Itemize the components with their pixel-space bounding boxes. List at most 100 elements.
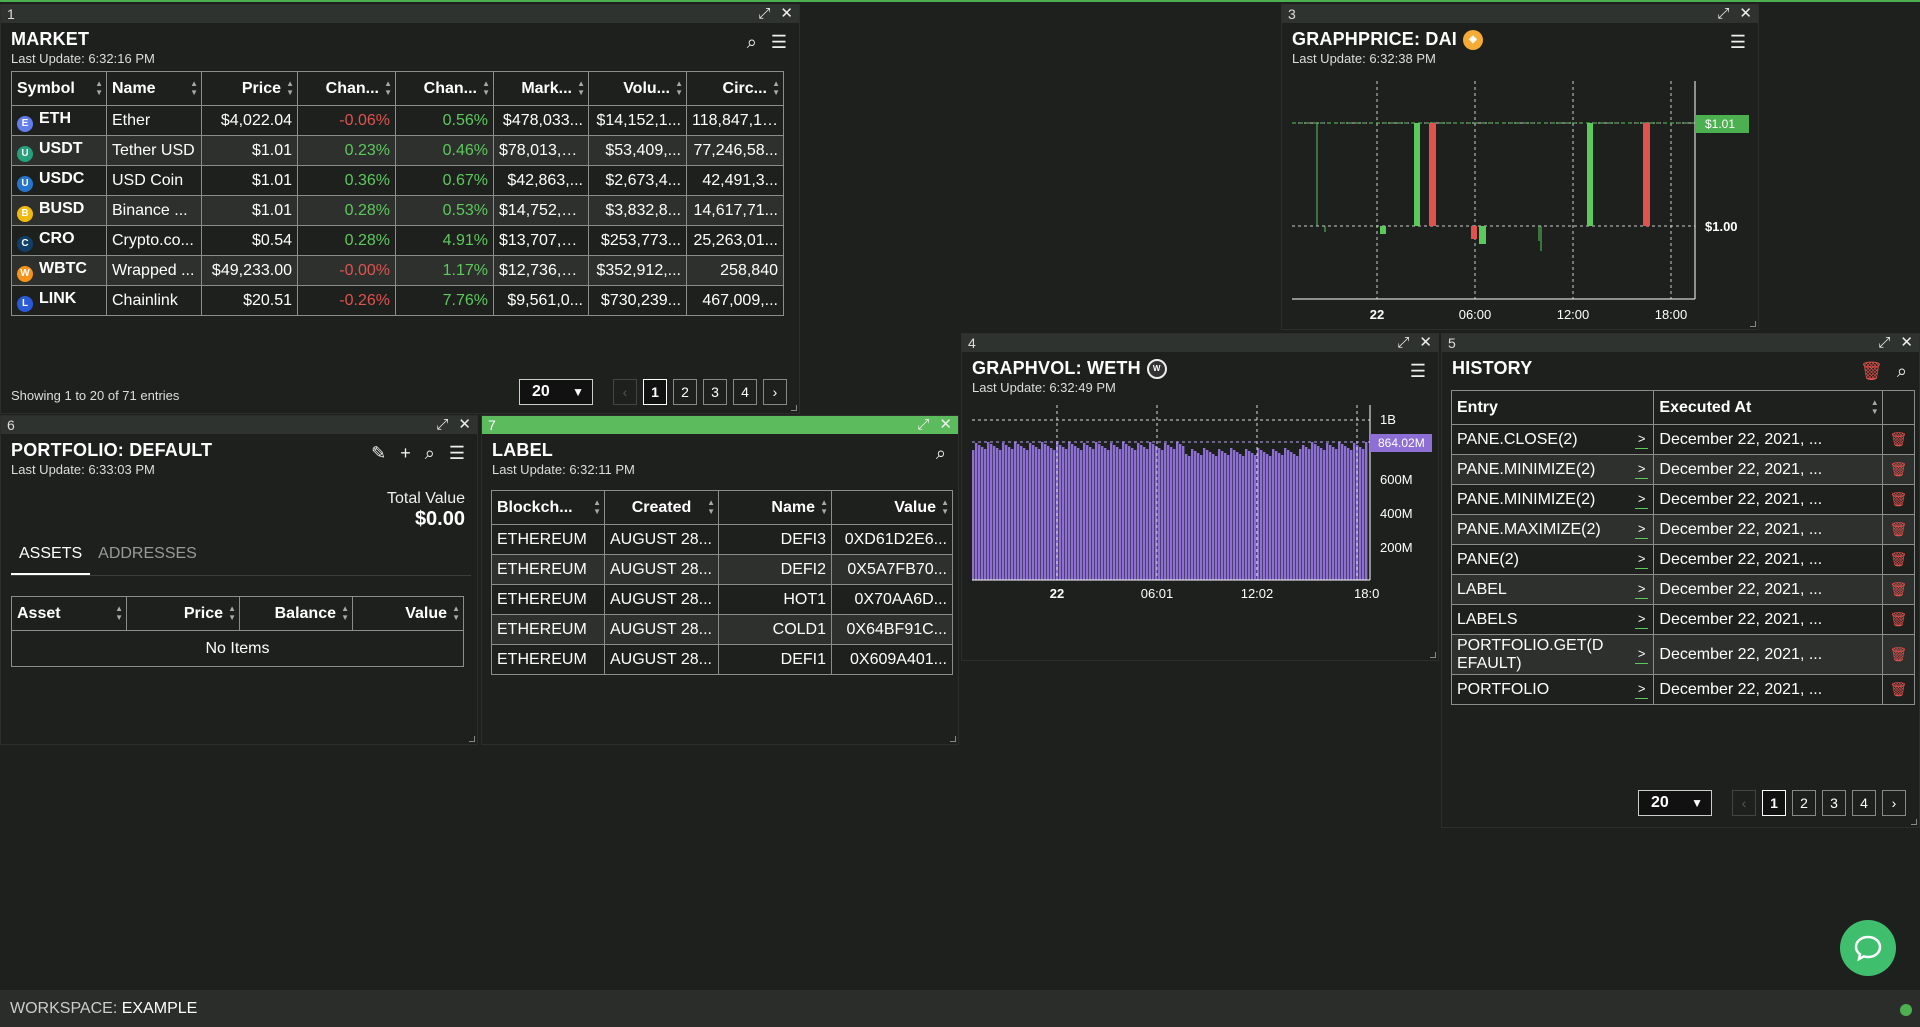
menu-icon[interactable]: ☰ (771, 33, 787, 51)
close-icon[interactable]: ✕ (1419, 335, 1432, 350)
next-page-button[interactable]: › (1882, 790, 1906, 816)
column-header[interactable]: Symbol ▲ ▼ (11, 71, 107, 106)
pane-bar[interactable]: 3 ⤢ ✕ (1282, 5, 1758, 23)
resize-handle[interactable] (1911, 819, 1917, 825)
expand-arrow-icon[interactable]: > (1634, 550, 1649, 569)
table-row[interactable]: PANE.CLOSE(2) > December 22, 2021, ... 🗑 (1451, 424, 1916, 455)
chat-button[interactable] (1840, 920, 1896, 976)
menu-icon[interactable]: ☰ (1730, 33, 1746, 51)
sort-icon[interactable]: ▲ ▼ (675, 79, 683, 97)
page-button[interactable]: 2 (673, 379, 697, 405)
expand-arrow-icon[interactable]: > (1634, 520, 1649, 539)
trash-icon[interactable]: 🗑 (1881, 604, 1916, 635)
table-row[interactable]: W WBTC Wrapped ... $49,233.00 -0.00% 1.17% $12… (11, 255, 784, 286)
expand-arrow-icon[interactable]: > (1634, 580, 1649, 599)
expand-arrow-icon[interactable]: > (1634, 610, 1649, 629)
column-header[interactable]: Volu... ▲ ▼ (588, 71, 687, 106)
maximize-icon[interactable]: ⤢ (436, 417, 448, 432)
page-button[interactable]: 1 (643, 379, 667, 405)
table-row[interactable]: ETHEREUM AUGUST 28... DEFI2 0X5A7FB70... (491, 554, 953, 585)
sort-icon[interactable]: ▲ ▼ (482, 79, 490, 97)
column-header[interactable]: Name ▲ ▼ (718, 490, 832, 525)
pane-bar[interactable]: 1 ⤢ ✕ (1, 5, 799, 23)
trash-icon[interactable]: 🗑 (1881, 544, 1916, 575)
table-row[interactable]: ETHEREUM AUGUST 28... DEFI1 0X609A401... (491, 644, 953, 675)
next-page-button[interactable]: › (763, 379, 787, 405)
resize-handle[interactable] (1750, 321, 1756, 327)
column-header[interactable]: Circ... ▲ ▼ (686, 71, 784, 106)
column-header[interactable]: Mark... ▲ ▼ (493, 71, 589, 106)
page-button[interactable]: 1 (1762, 790, 1786, 816)
edit-icon[interactable]: ✎ (371, 444, 386, 462)
table-row[interactable]: PANE(2) > December 22, 2021, ... 🗑 (1451, 544, 1916, 575)
volume-chart[interactable]: 1B 864.02M 600M 400M 200M 22 06:01 12:02… (962, 400, 1438, 662)
sort-icon[interactable]: ▲ ▼ (95, 79, 103, 97)
prev-page-button[interactable]: ‹ (613, 379, 637, 405)
sort-icon[interactable]: ▲ ▼ (577, 79, 585, 97)
table-row[interactable]: PANE.MAXIMIZE(2) > December 22, 2021, ... 🗑 (1451, 514, 1916, 545)
trash-icon[interactable]: 🗑 (1881, 514, 1916, 545)
table-row[interactable]: U USDC USD Coin $1.01 0.36% 0.67% $42,863,... $… (11, 165, 784, 196)
trash-icon[interactable]: 🗑 (1881, 674, 1916, 705)
column-header[interactable]: Blockch... ▲ ▼ (491, 490, 605, 525)
column-header[interactable]: Chan... ▲ ▼ (395, 71, 494, 106)
column-header[interactable]: Entry (1451, 390, 1655, 425)
trash-icon[interactable]: 🗑 (1860, 362, 1883, 380)
market-table-container[interactable]: Symbol ▲ ▼ Name ▲ ▼ Price ▲ ▼ Chan... ▲ ▼ Chan... ▲ ▼ M… (11, 71, 787, 353)
column-header[interactable]: Price ▲ ▼ (126, 596, 240, 631)
column-header[interactable]: Value ▲ ▼ (352, 596, 464, 631)
pane-bar[interactable]: 5 ⤢ ✕ (1442, 334, 1919, 352)
maximize-icon[interactable]: ⤢ (917, 417, 929, 432)
table-row[interactable]: PANE.MINIMIZE(2) > December 22, 2021, ... 🗑 (1451, 454, 1916, 485)
expand-arrow-icon[interactable]: > (1634, 645, 1649, 664)
history-table-container[interactable]: Entry Executed At ▲ ▼ PANE.CLOSE(2) > Decemb… (1451, 390, 1917, 768)
trash-icon[interactable]: 🗑 (1881, 634, 1916, 675)
search-icon[interactable]: ⌕ (1897, 362, 1907, 380)
sort-icon[interactable]: ▲ ▼ (384, 79, 392, 97)
maximize-icon[interactable]: ⤢ (758, 6, 770, 21)
search-icon[interactable]: ⌕ (936, 444, 946, 462)
table-row[interactable]: U USDT Tether USD $1.01 0.23% 0.46% $78,013,3.… (11, 135, 784, 166)
search-icon[interactable]: ⌕ (425, 444, 435, 462)
expand-arrow-icon[interactable]: > (1634, 490, 1649, 509)
add-icon[interactable]: + (400, 444, 411, 462)
tab-addresses[interactable]: ADDRESSES (90, 539, 205, 575)
page-button[interactable]: 4 (733, 379, 757, 405)
pane-bar[interactable]: 7 ⤢ ✕ (482, 416, 958, 434)
table-row[interactable]: C CRO Crypto.co... $0.54 0.28% 4.91% $13,707,2… (11, 225, 784, 256)
page-button[interactable]: 3 (703, 379, 727, 405)
tab-assets[interactable]: ASSETS (11, 539, 91, 575)
trash-icon[interactable]: 🗑 (1881, 424, 1916, 455)
price-chart[interactable]: $1.01 $1.00 22 06:00 12:00 18:00 (1282, 71, 1758, 331)
menu-icon[interactable]: ☰ (1410, 362, 1426, 380)
resize-handle[interactable] (791, 405, 797, 411)
sort-icon[interactable]: ▲ ▼ (190, 79, 198, 97)
column-header[interactable]: Balance ▲ ▼ (239, 596, 353, 631)
table-row[interactable]: ETHEREUM AUGUST 28... HOT1 0X70AA6D... (491, 584, 953, 615)
column-header[interactable]: Price ▲ ▼ (201, 71, 298, 106)
pane-bar[interactable]: 6 ⤢ ✕ (1, 416, 477, 434)
column-header[interactable]: Name ▲ ▼ (106, 71, 202, 106)
maximize-icon[interactable]: ⤢ (1878, 335, 1890, 350)
table-row[interactable]: LABEL > December 22, 2021, ... 🗑 (1451, 574, 1916, 605)
table-row[interactable]: ETHEREUM AUGUST 28... COLD1 0X64BF91C... (491, 614, 953, 645)
table-row[interactable]: PORTFOLIO.GET(DEFAULT) > December 22, 2021… (1451, 634, 1916, 675)
page-size-select[interactable]: 20 ▼ (519, 379, 593, 405)
expand-arrow-icon[interactable]: > (1634, 430, 1649, 449)
table-row[interactable]: PANE.MINIMIZE(2) > December 22, 2021, ... 🗑 (1451, 484, 1916, 515)
expand-arrow-icon[interactable]: > (1634, 460, 1649, 479)
table-row[interactable]: LABELS > December 22, 2021, ... 🗑 (1451, 604, 1916, 635)
close-icon[interactable]: ✕ (458, 417, 471, 432)
table-row[interactable]: ETHEREUM AUGUST 28... DEFI3 0XD61D2E6... (491, 524, 953, 555)
maximize-icon[interactable]: ⤢ (1717, 6, 1729, 21)
table-row[interactable]: B BUSD Binance ... $1.01 0.28% 0.53% $14,752,9… (11, 195, 784, 226)
sort-icon[interactable]: ▲ ▼ (286, 79, 294, 97)
prev-page-button[interactable]: ‹ (1732, 790, 1756, 816)
column-header[interactable]: Executed At ▲ ▼ (1653, 390, 1883, 425)
maximize-icon[interactable]: ⤢ (1397, 335, 1409, 350)
close-icon[interactable]: ✕ (1900, 335, 1913, 350)
table-row[interactable]: PORTFOLIO > December 22, 2021, ... 🗑 (1451, 674, 1916, 705)
column-header[interactable]: Created ▲ ▼ (604, 490, 719, 525)
search-icon[interactable]: ⌕ (747, 33, 757, 51)
table-row[interactable]: L LINK Chainlink $20.51 -0.26% 7.76% $9,561,0.… (11, 285, 784, 316)
